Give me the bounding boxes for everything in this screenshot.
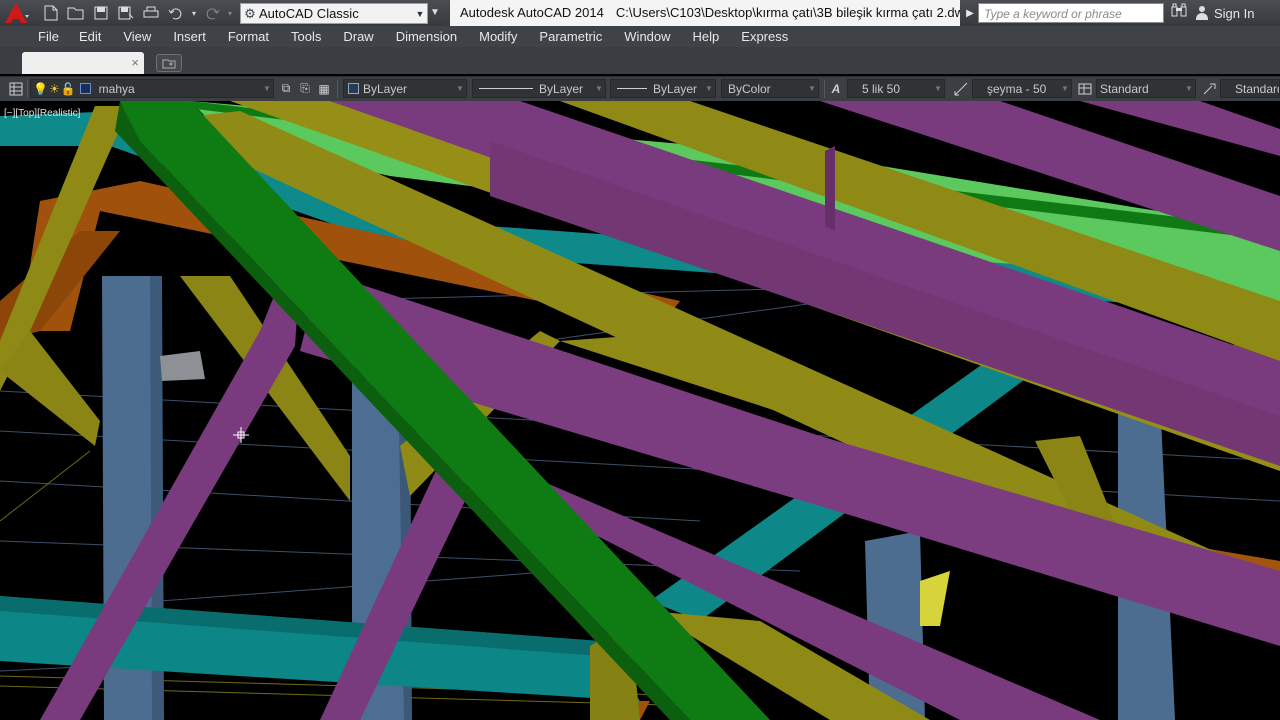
linetype-dropdown[interactable]: ByLayer ▼ [472,79,606,98]
menu-file[interactable]: File [38,29,59,44]
make-current-layer-icon[interactable]: ⧉ [278,80,294,97]
text-style-value: 5 lik 50 [862,81,901,96]
dimension-style-value: şeyma - 50 [987,81,1047,96]
chevron-down-icon: ▼ [456,84,464,93]
chevron-down-icon: ▼ [934,84,942,93]
sign-in-button[interactable]: Sign In [1195,4,1254,22]
workspace-label: AutoCAD Classic [259,6,359,21]
menu-view[interactable]: View [123,29,151,44]
menu-parametric[interactable]: Parametric [539,29,602,44]
open-icon[interactable] [65,3,87,23]
model-3d-roof [0,101,1280,720]
new-icon[interactable] [40,3,62,23]
binoculars-icon[interactable] [1170,3,1188,23]
dimension-style-icon[interactable] [953,80,969,97]
layer-dropdown[interactable]: 💡 ☀ 🔓 mahya ▼ [30,79,274,98]
linetype-value: ByLayer [539,81,584,96]
color-dropdown[interactable]: ByLayer ▼ [343,79,467,98]
new-tab-button[interactable] [156,54,182,72]
quick-access-toolbar: ▾ ▾ [40,3,234,23]
undo-dropdown-icon[interactable]: ▾ [190,3,198,23]
layers-properties-toolbar: 💡 ☀ 🔓 mahya ▼ ⧉ ⎘ ▦ ByLayer ▼ ByLayer ▼ … [0,76,1280,102]
menu-draw[interactable]: Draw [343,29,373,44]
table-style-dropdown[interactable]: Standard ▼ [1096,79,1196,98]
app-name: Autodesk AutoCAD 2014 [460,5,604,20]
redo-dropdown-icon[interactable]: ▾ [226,3,234,23]
menu-window[interactable]: Window [624,29,670,44]
multileader-style-icon[interactable] [1201,80,1217,97]
toolbar-separator [27,80,28,98]
menu-format[interactable]: Format [228,29,269,44]
color-swatch [348,83,359,94]
table-style-icon[interactable] [1077,80,1093,97]
drawing-viewport[interactable]: [−][Top][Realistic] [0,101,1280,720]
menu-insert[interactable]: Insert [173,29,206,44]
layer-state-icon[interactable]: ▦ [316,80,332,97]
menu-bar: File Edit View Insert Format Tools Draw … [0,26,1280,47]
text-style-icon[interactable]: A [828,80,844,97]
lineweight-preview [617,88,647,89]
layer-color-swatch [79,83,91,94]
save-as-icon[interactable] [115,3,137,23]
chevron-down-icon: ▼ [1061,84,1069,93]
toolbar-separator [824,80,825,98]
file-tab-bar: × [0,47,1280,74]
autocad-logo-icon[interactable] [2,1,30,25]
menu-dimension[interactable]: Dimension [396,29,457,44]
file-tab[interactable]: × [22,52,144,74]
sun-icon: ☀ [48,81,60,96]
workspace-dropdown[interactable]: ⚙ AutoCAD Classic ▼ [240,3,428,24]
table-style-value: Standard [1100,81,1149,96]
plotstyle-value: ByColor [728,81,771,96]
menu-edit[interactable]: Edit [79,29,101,44]
plotstyle-dropdown[interactable]: ByColor ▼ [721,79,819,98]
menu-help[interactable]: Help [693,29,720,44]
customize-qat-icon[interactable]: ▼ [428,3,442,22]
title-bar: ▾ ▾ ⚙ AutoCAD Classic ▼ ▼ Autodesk AutoC… [0,0,1280,27]
lineweight-dropdown[interactable]: ByLayer ▼ [610,79,716,98]
chevron-down-icon: ▼ [263,84,271,93]
chevron-down-icon: ▼ [808,84,816,93]
sign-in-label: Sign In [1214,5,1255,21]
lightbulb-icon: 💡 [33,81,48,96]
close-icon[interactable]: × [131,55,139,70]
color-value: ByLayer [363,81,408,96]
multileader-style-value: Standard [1235,81,1280,96]
gear-icon: ⚙ [244,5,256,21]
lineweight-value: ByLayer [653,81,698,96]
layer-properties-icon[interactable] [8,80,24,97]
search-input[interactable]: Type a keyword or phrase [978,3,1164,23]
text-style-dropdown[interactable]: 5 lik 50 ▼ [847,79,945,98]
window-title: Autodesk AutoCAD 2014 C:\Users\C103\Deskt… [450,0,960,26]
linetype-preview [479,88,533,89]
viewport-controls-label[interactable]: [−][Top][Realistic] [4,108,80,119]
layer-name: mahya [98,81,135,96]
chevron-down-icon: ▼ [595,84,603,93]
chevron-down-icon: ▼ [705,84,713,93]
multileader-style-dropdown[interactable]: Standard [1220,79,1280,98]
crosshair-cursor-icon [233,427,249,443]
file-path: C:\Users\C103\Desktop\kırma çatı\3B bile… [615,5,960,20]
plot-icon[interactable] [140,3,162,23]
redo-icon[interactable] [201,3,223,23]
menu-express[interactable]: Express [741,29,788,44]
infocenter-expand-icon[interactable]: ▶ [963,3,977,23]
user-icon [1195,6,1209,20]
lock-icon: 🔓 [60,81,76,96]
menu-modify[interactable]: Modify [479,29,517,44]
toolbar-separator [337,80,338,98]
undo-icon[interactable] [165,3,187,23]
save-icon[interactable] [90,3,112,23]
dimension-style-dropdown[interactable]: şeyma - 50 ▼ [972,79,1072,98]
layer-previous-icon[interactable]: ⎘ [297,80,313,97]
chevron-down-icon: ▼ [1185,84,1193,93]
menu-tools[interactable]: Tools [291,29,321,44]
chevron-down-icon: ▼ [415,8,425,19]
